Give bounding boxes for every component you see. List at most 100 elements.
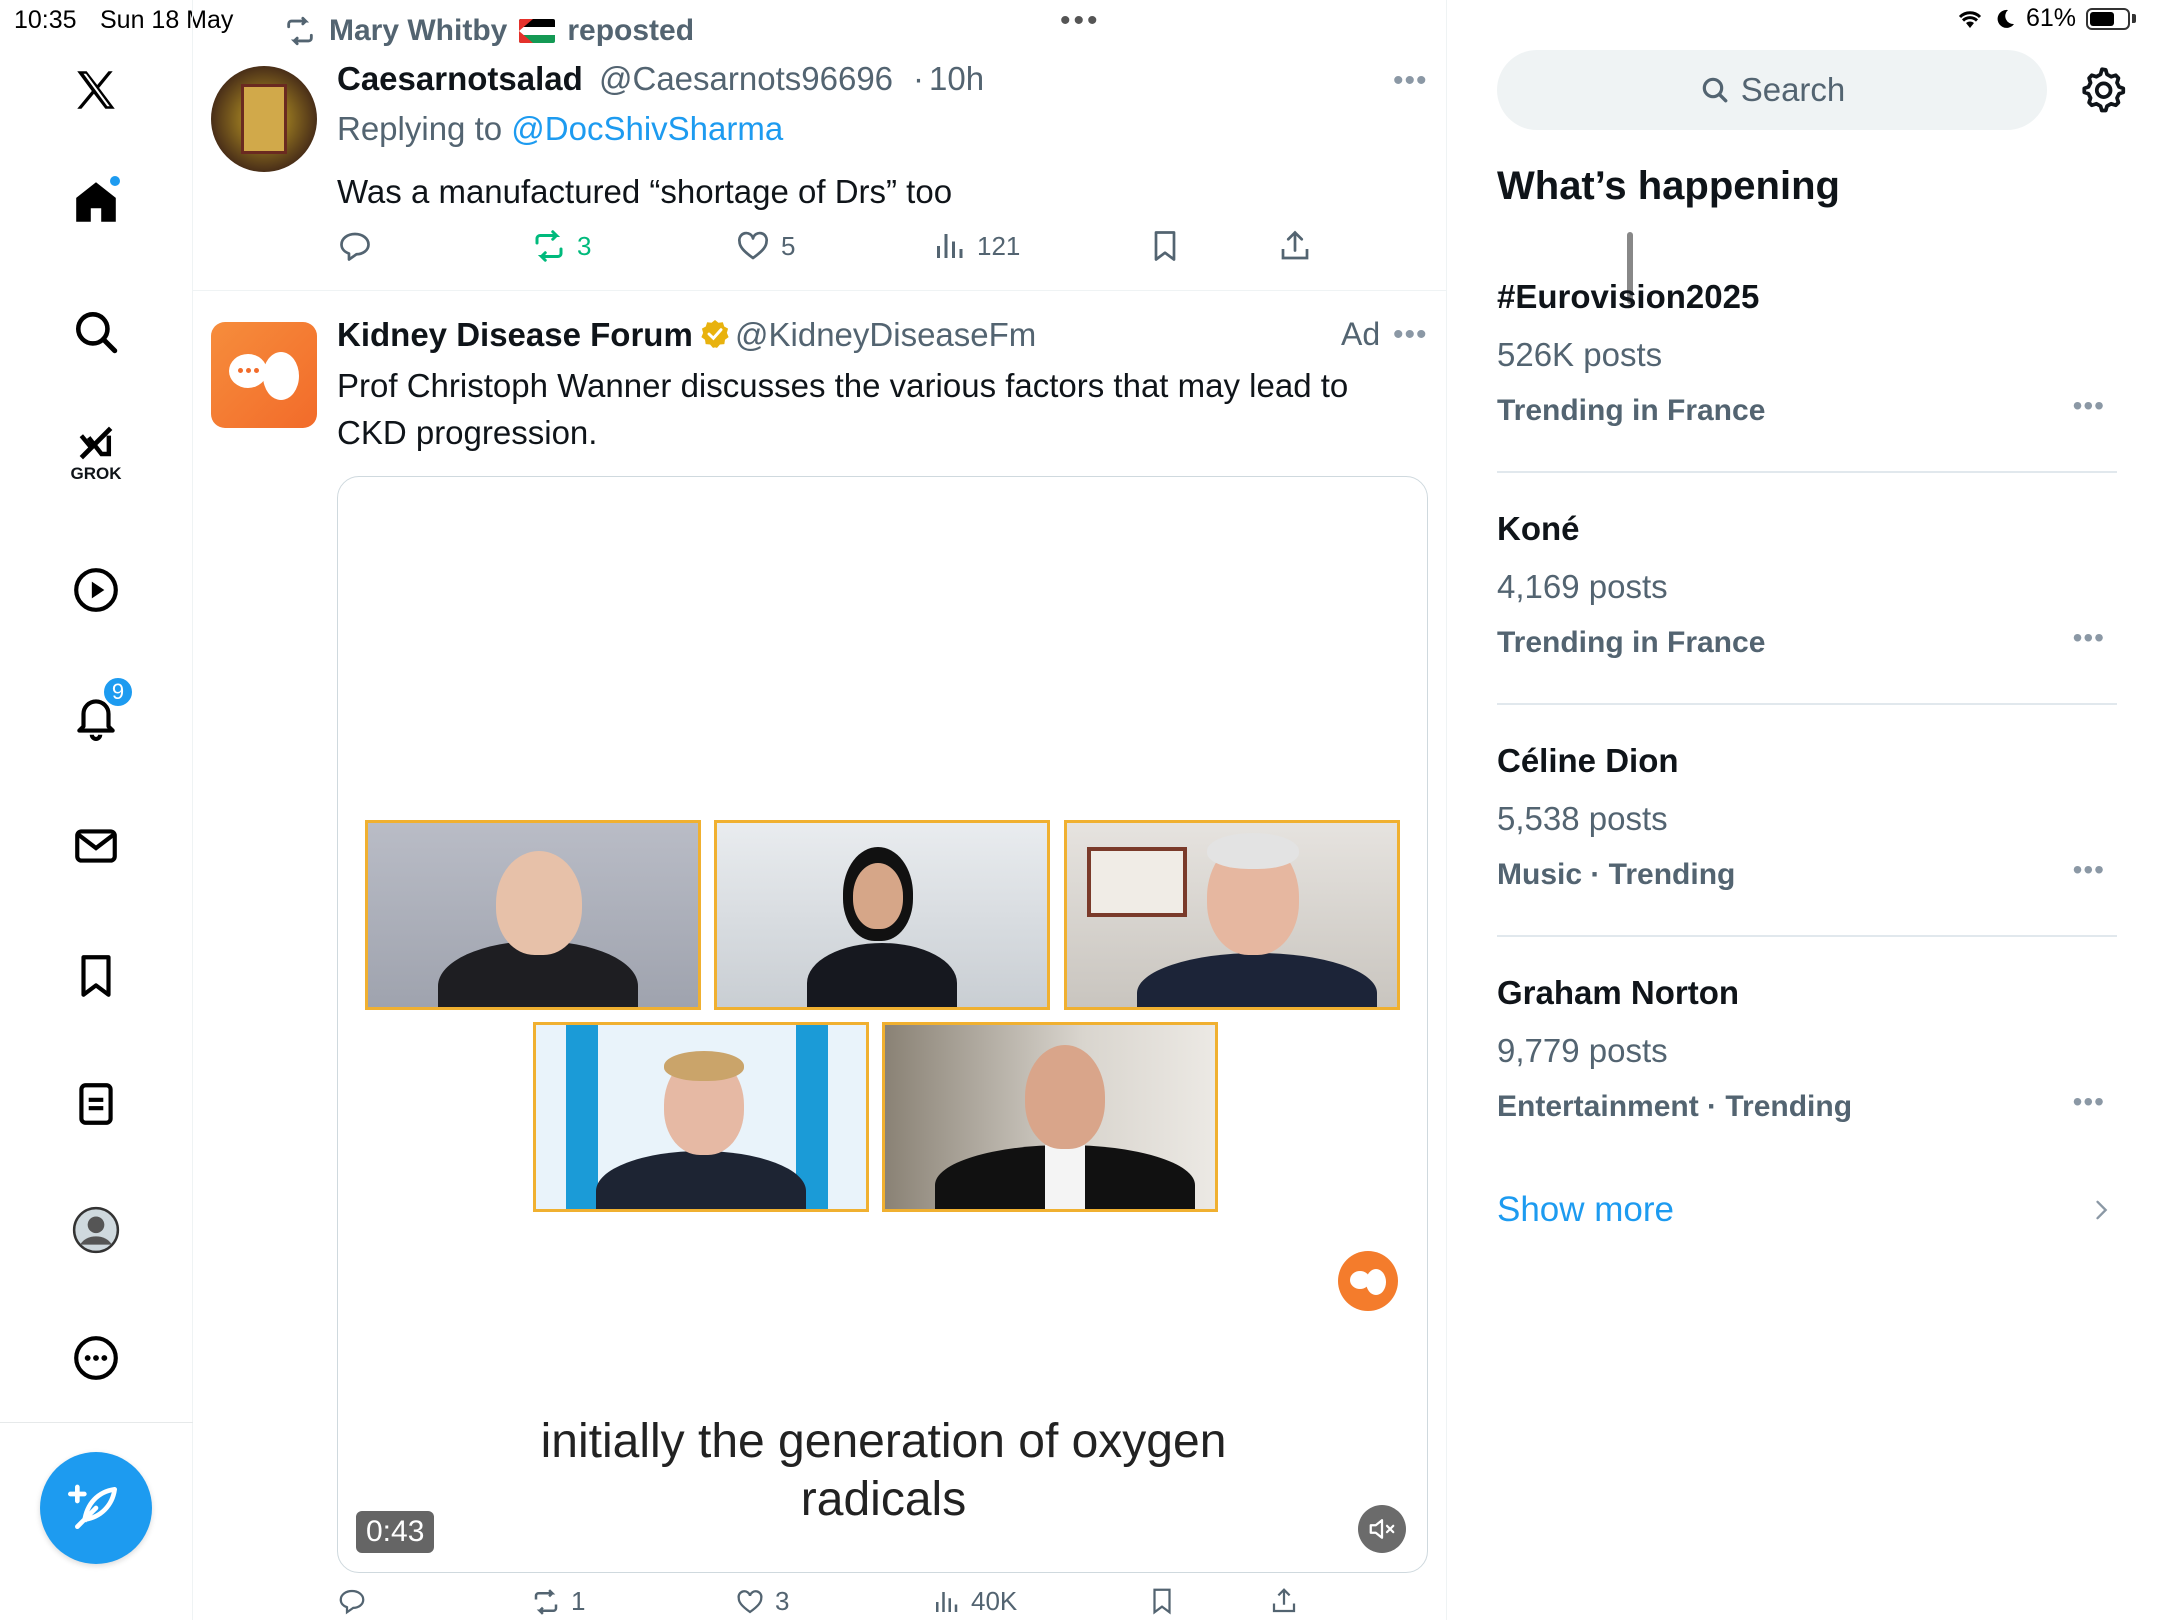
post2-bookmark-button[interactable] <box>1147 1586 1177 1616</box>
trend-more-icon[interactable]: ••• <box>2073 390 2105 422</box>
trend-meta: Music · Trending <box>1497 858 1736 891</box>
compose-post-button[interactable] <box>40 1452 152 1564</box>
trend-meta: Trending in France <box>1497 626 1766 659</box>
share-icon <box>1272 1588 1296 1613</box>
messages-envelope-icon[interactable] <box>66 816 126 876</box>
post2-author-name[interactable]: Kidney Disease Forum <box>337 316 731 354</box>
post1-view-count: 121 <box>977 230 1021 261</box>
caption-line1: initially the generation of oxygen <box>540 1415 1227 1468</box>
trend-count: 5,538 posts <box>1497 800 1668 837</box>
post1-reply-button[interactable] <box>337 228 373 264</box>
trend-divider <box>1497 471 2117 473</box>
post1-text: Was a manufactured “shortage of Drs” too <box>337 173 953 210</box>
lists-icon[interactable] <box>66 1074 126 1134</box>
reply-icon <box>339 1589 365 1615</box>
trend-name: Céline Dion <box>1497 742 1679 779</box>
verified-gold-badge-icon[interactable] <box>699 318 731 350</box>
share-icon <box>1281 230 1309 260</box>
nav-divider <box>0 1422 193 1423</box>
post2-author-avatar[interactable] <box>211 322 317 428</box>
post2-like-button[interactable]: 3 <box>735 1586 789 1617</box>
replying-to-link[interactable]: @DocShivSharma <box>511 110 783 147</box>
caption-line2: radicals <box>800 1473 967 1526</box>
more-options-icon[interactable] <box>66 1328 126 1388</box>
post1-author-handle[interactable]: @Caesarnots96696 <box>599 60 893 98</box>
show-more-link[interactable]: Show more <box>1497 1190 1674 1230</box>
search-input[interactable]: Search <box>1497 50 2047 130</box>
post2-like-count: 3 <box>775 1586 790 1616</box>
post1-more-icon[interactable]: ••• <box>1393 64 1428 98</box>
trend-count: 9,779 posts <box>1497 1032 1668 1069</box>
repost-icon <box>534 1588 558 1615</box>
post2-repost-button[interactable]: 1 <box>531 1586 585 1617</box>
grok-icon[interactable]: GROK <box>66 420 126 483</box>
video-participant-tile <box>1064 820 1400 1010</box>
post1-timestamp[interactable]: 10h <box>929 60 984 98</box>
post1-like-button[interactable]: 5 <box>735 228 795 264</box>
home-icon[interactable] <box>66 172 126 232</box>
post1-author-name[interactable]: Caesarnotsalad <box>337 60 583 98</box>
trend-item[interactable]: #Eurovision2025 526K posts Trending in F… <box>1497 278 2117 428</box>
post2-reply-button[interactable] <box>337 1586 367 1616</box>
post-divider <box>193 290 1447 291</box>
repost-icon <box>535 230 563 262</box>
trend-more-icon[interactable]: ••• <box>2073 622 2105 654</box>
post1-author-avatar[interactable] <box>211 66 317 172</box>
profile-avatar-icon[interactable] <box>66 1200 126 1260</box>
bookmark-icon <box>1154 231 1176 261</box>
bookmark-icon <box>1153 1588 1171 1615</box>
mute-toggle-button[interactable] <box>1358 1505 1406 1553</box>
post2-more-icon[interactable]: ••• <box>1393 318 1428 352</box>
ad-label: Ad <box>1341 316 1381 352</box>
post1-bookmark-button[interactable] <box>1147 228 1183 264</box>
repost-icon <box>287 16 313 46</box>
trend-more-icon[interactable]: ••• <box>2073 854 2105 886</box>
explore-search-icon[interactable] <box>66 302 126 362</box>
post2-text-line2: CKD progression. <box>337 414 598 451</box>
repost-user[interactable]: Mary Whitby <box>329 14 507 48</box>
repost-label: reposted <box>567 14 695 47</box>
settings-gear-icon[interactable] <box>2077 64 2127 114</box>
brand-logo-icon <box>1338 1251 1398 1311</box>
bookmarks-icon[interactable] <box>66 946 126 1006</box>
views-chart-icon <box>937 234 963 258</box>
chevron-right-icon[interactable] <box>2087 1196 2115 1224</box>
trend-more-icon[interactable]: ••• <box>2073 1086 2105 1118</box>
video-participant-tile <box>714 820 1050 1010</box>
post1-repost-count: 3 <box>577 230 592 261</box>
video-participant-tile <box>365 820 701 1010</box>
post2-actions: 1 3 40K <box>337 1586 1357 1620</box>
trend-divider <box>1497 935 2117 937</box>
trend-count: 4,169 posts <box>1497 568 1668 605</box>
trend-item[interactable]: Koné 4,169 posts Trending in France ••• <box>1497 510 2117 660</box>
trend-meta: Trending in France <box>1497 394 1766 427</box>
video-participant-tile <box>882 1022 1218 1212</box>
heart-icon <box>738 231 768 260</box>
right-sidebar: Search What’s happening #Eurovision2025 … <box>1447 0 2160 1620</box>
reply-icon <box>340 232 370 261</box>
trend-meta: Entertainment · Trending <box>1497 1090 1853 1123</box>
x-logo-icon[interactable] <box>66 60 126 120</box>
video-play-icon[interactable] <box>66 560 126 620</box>
post1-views-button[interactable]: 121 <box>931 228 1020 264</box>
post2-repost-count: 1 <box>571 1586 586 1616</box>
post1-share-button[interactable] <box>1277 228 1313 264</box>
repost-banner[interactable]: Mary Whitby reposted <box>283 14 694 48</box>
trend-name: Koné <box>1497 510 1580 547</box>
trend-name: Graham Norton <box>1497 974 1740 1011</box>
notifications-bell-icon[interactable]: 9 <box>66 676 134 746</box>
post2-share-button[interactable] <box>1269 1586 1299 1616</box>
compose-feather-icon <box>68 1484 117 1529</box>
left-nav: GROK 9 <box>0 0 193 1620</box>
speaker-muted-icon <box>1369 1519 1395 1539</box>
post1-repost-button[interactable]: 3 <box>531 228 591 264</box>
trend-item[interactable]: Céline Dion 5,538 posts Music · Trending… <box>1497 742 2117 892</box>
video-player[interactable]: initially the generation of oxygen radic… <box>337 476 1428 1573</box>
trend-name: #Eurovision2025 <box>1497 278 1760 315</box>
post1-replying-to: Replying to @DocShivSharma <box>337 110 783 148</box>
post1-separator: · <box>913 60 924 97</box>
post2-views-button[interactable]: 40K <box>931 1586 1017 1617</box>
post2-author-name-text[interactable]: Kidney Disease Forum <box>337 316 693 353</box>
post2-author-handle[interactable]: @KidneyDiseaseFm <box>735 316 1036 354</box>
trend-item[interactable]: Graham Norton 9,779 posts Entertainment … <box>1497 974 2117 1124</box>
